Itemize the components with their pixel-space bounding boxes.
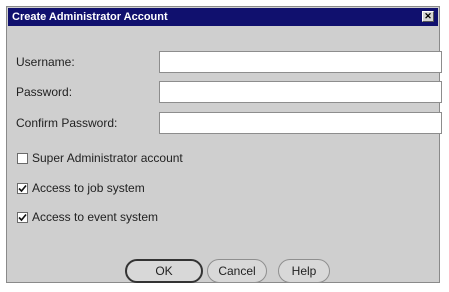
job-system-checkbox-row[interactable]: Access to job system bbox=[17, 181, 145, 195]
super-admin-label: Super Administrator account bbox=[32, 151, 183, 165]
job-system-checkbox[interactable] bbox=[17, 182, 28, 194]
job-system-label: Access to job system bbox=[32, 181, 145, 195]
checkmark-icon bbox=[18, 184, 27, 192]
checkmark-icon bbox=[18, 213, 27, 221]
super-admin-checkbox-row[interactable]: Super Administrator account bbox=[17, 151, 183, 165]
username-label: Username: bbox=[16, 55, 75, 69]
confirm-password-label: Confirm Password: bbox=[16, 116, 118, 130]
ok-button[interactable]: OK bbox=[125, 259, 203, 283]
cancel-button[interactable]: Cancel bbox=[207, 259, 267, 283]
event-system-checkbox[interactable] bbox=[17, 211, 28, 223]
event-system-checkbox-row[interactable]: Access to event system bbox=[17, 210, 158, 224]
password-label: Password: bbox=[16, 85, 73, 99]
super-admin-checkbox[interactable] bbox=[17, 152, 28, 164]
dialog-title: Create Administrator Account bbox=[12, 11, 168, 23]
close-button[interactable]: ✕ bbox=[422, 11, 434, 22]
event-system-label: Access to event system bbox=[32, 210, 159, 224]
username-input[interactable] bbox=[159, 51, 442, 73]
confirm-password-input[interactable] bbox=[159, 112, 442, 134]
create-admin-dialog: Create Administrator Account ✕ Username:… bbox=[6, 6, 442, 283]
password-input[interactable] bbox=[159, 81, 442, 103]
close-icon[interactable]: ✕ bbox=[424, 11, 432, 21]
dialog-titlebar[interactable]: Create Administrator Account ✕ bbox=[8, 8, 438, 26]
help-button[interactable]: Help bbox=[278, 259, 330, 283]
